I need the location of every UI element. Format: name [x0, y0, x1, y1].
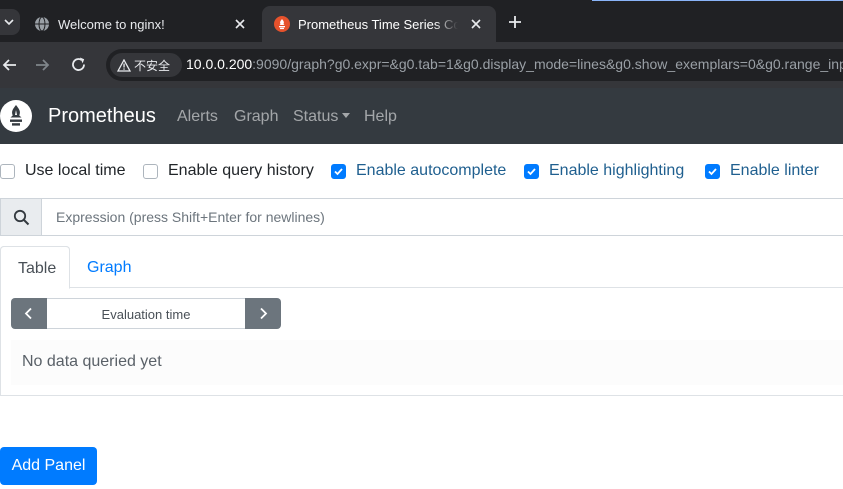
- expression-search-addon: [1, 199, 42, 235]
- checkbox-enable-highlighting[interactable]: [524, 163, 539, 179]
- security-indicator[interactable]: 不安全: [110, 53, 182, 77]
- forward-arrow-icon[interactable]: [32, 55, 52, 75]
- prometheus-navbar: Prometheus Alerts Graph Status Help: [0, 88, 843, 144]
- brand-title[interactable]: Prometheus: [48, 105, 156, 128]
- globe-icon: [35, 16, 49, 32]
- option-label: Enable highlighting: [549, 162, 685, 179]
- warning-triangle-icon: [117, 58, 131, 72]
- prometheus-logo-icon[interactable]: [0, 100, 32, 132]
- tab-title: Welcome to nginx!: [58, 16, 165, 32]
- tab-graph[interactable]: Graph: [87, 246, 131, 288]
- evaluation-time-input[interactable]: Evaluation time: [47, 298, 245, 329]
- chevron-right-icon: [260, 307, 268, 320]
- option-enable-autocomplete[interactable]: Enable autocomplete: [331, 160, 506, 182]
- browser-tab-nginx[interactable]: Welcome to nginx!: [22, 6, 260, 42]
- checkbox-enable-query-history[interactable]: [143, 163, 158, 179]
- tab-strip-accent: [592, 0, 843, 1]
- reload-icon[interactable]: [69, 55, 89, 75]
- url-path: :9090/graph?g0.expr=&g0.tab=1&g0.display…: [252, 56, 843, 72]
- address-bar[interactable]: 不安全 10.0.0.200:9090/graph?g0.expr=&g0.ta…: [106, 49, 843, 81]
- back-arrow-icon[interactable]: [0, 55, 20, 75]
- eval-next-button[interactable]: [245, 298, 281, 329]
- nav-link-status[interactable]: Status: [293, 108, 351, 126]
- eval-prev-button[interactable]: [11, 298, 47, 329]
- prometheus-favicon-icon: [274, 16, 290, 32]
- nav-link-help[interactable]: Help: [364, 108, 397, 126]
- new-tab-plus-icon[interactable]: [506, 13, 524, 31]
- close-icon[interactable]: [232, 16, 248, 32]
- caret-down-icon: [342, 113, 351, 119]
- option-label: Enable autocomplete: [356, 162, 507, 179]
- option-label: Enable query history: [168, 162, 314, 179]
- checkmark-icon: [334, 167, 343, 175]
- checkmark-icon: [527, 167, 536, 175]
- url-host: 10.0.0.200: [186, 56, 253, 72]
- evaluation-time-control: Evaluation time: [11, 298, 281, 329]
- chevron-left-icon: [24, 307, 32, 320]
- browser-toolbar: 不安全 10.0.0.200:9090/graph?g0.expr=&g0.ta…: [0, 42, 843, 88]
- close-icon[interactable]: [468, 16, 484, 32]
- expression-input-group: [0, 198, 843, 236]
- option-enable-highlighting[interactable]: Enable highlighting: [524, 160, 684, 182]
- tab-table-overlay[interactable]: Table: [0, 246, 70, 289]
- nav-link-status-label: Status: [293, 108, 339, 125]
- checkmark-icon: [708, 167, 717, 175]
- option-label: Use local time: [25, 162, 126, 179]
- search-icon: [13, 209, 30, 226]
- option-enable-query-history[interactable]: Enable query history: [143, 160, 314, 182]
- expression-input[interactable]: [43, 199, 843, 235]
- empty-state-message: No data queried yet: [11, 340, 843, 385]
- checkbox-enable-linter[interactable]: [705, 163, 720, 179]
- checkbox-enable-autocomplete[interactable]: [331, 163, 346, 179]
- checkbox-use-local-time[interactable]: [0, 163, 15, 179]
- tab-search-button[interactable]: [0, 9, 20, 35]
- option-label: Enable linter: [730, 162, 819, 179]
- security-label: 不安全: [134, 58, 171, 73]
- nav-link-graph[interactable]: Graph: [234, 108, 278, 126]
- tab-title: Prometheus Time Series Collection and Pr…: [298, 16, 458, 32]
- add-panel-button[interactable]: Add Panel: [0, 447, 97, 485]
- url-text[interactable]: 10.0.0.200:9090/graph?g0.expr=&g0.tab=1&…: [186, 56, 843, 72]
- browser-tab-prometheus[interactable]: Prometheus Time Series Collection and Pr…: [262, 6, 496, 42]
- browser-tab-strip: Welcome to nginx! Prometheus Time Series…: [0, 0, 843, 42]
- nav-link-alerts[interactable]: Alerts: [177, 108, 218, 126]
- chevron-down-icon: [4, 19, 14, 26]
- option-use-local-time[interactable]: Use local time: [0, 160, 125, 182]
- option-enable-linter[interactable]: Enable linter: [705, 160, 819, 182]
